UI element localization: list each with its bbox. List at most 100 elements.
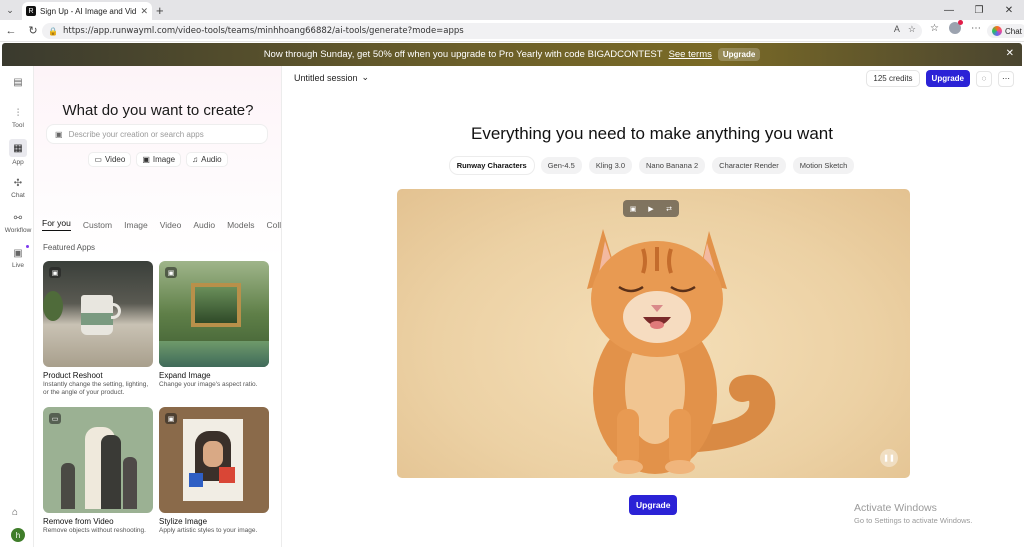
- sliders-icon: ⫶: [16, 107, 20, 119]
- model-tabs: Runway Characters Gen-4.5 Kling 3.0 Nano…: [282, 157, 1022, 174]
- home-icon[interactable]: ⌂: [12, 507, 18, 518]
- session-selector[interactable]: Untitled session ⌄: [294, 72, 369, 83]
- url-text: https://app.runwayml.com/video-tools/tea…: [62, 26, 464, 36]
- maximize-icon[interactable]: ❐: [964, 0, 994, 20]
- tab-custom[interactable]: Custom: [83, 220, 112, 230]
- tab-audio[interactable]: Audio: [193, 220, 215, 230]
- tab-models[interactable]: Models: [227, 220, 254, 230]
- tab-kling-3-0[interactable]: Kling 3.0: [588, 157, 633, 174]
- chat-label: Chat: [1005, 26, 1022, 36]
- chip-label: Video: [104, 155, 126, 164]
- rail-item-live[interactable]: ▣ Live: [2, 245, 34, 269]
- see-terms-link[interactable]: See terms: [669, 49, 712, 60]
- upgrade-button[interactable]: Upgrade: [925, 70, 970, 87]
- tab-image[interactable]: Image: [124, 220, 148, 230]
- layout-icon: ▤: [13, 76, 23, 88]
- chip-audio[interactable]: ♫ Audio: [186, 152, 228, 167]
- tab-gen-4-5[interactable]: Gen-4.5: [540, 157, 582, 174]
- image-badge-icon: ▣: [49, 267, 61, 278]
- copilot-chat-button[interactable]: Chat: [987, 24, 1024, 38]
- session-title: Untitled session: [294, 72, 358, 83]
- image-icon: ▣: [55, 129, 63, 139]
- read-aloud-icon[interactable]: A: [894, 24, 900, 35]
- rail-item-layout[interactable]: ▤: [2, 75, 34, 89]
- rail-label: App: [12, 159, 24, 166]
- preview-video[interactable]: ▣ ▶ ⇄ ❚❚: [397, 189, 910, 478]
- video-badge-icon: ▭: [49, 413, 61, 424]
- tab-actions-icon[interactable]: ⌄: [0, 0, 20, 20]
- live-icon: ▣: [13, 247, 23, 259]
- browser-tab[interactable]: R Sign Up - AI Image and Video Gen ✕: [22, 2, 152, 20]
- app-card-expand-image[interactable]: ▣ Expand Image Change your image's aspec…: [159, 261, 269, 389]
- close-tab-icon[interactable]: ✕: [140, 6, 148, 17]
- favorites-icon[interactable]: ☆: [930, 23, 939, 34]
- image-badge-icon: ▣: [165, 267, 177, 278]
- image-badge-icon: ▣: [165, 413, 177, 424]
- app-search-input[interactable]: ▣ Describe your creation or search apps: [46, 124, 268, 144]
- search-placeholder: Describe your creation or search apps: [68, 129, 204, 139]
- chevron-down-icon: ⌄: [361, 72, 370, 82]
- chip-image[interactable]: ▣ Image: [136, 152, 182, 167]
- close-banner-icon[interactable]: ✕: [1006, 48, 1014, 59]
- app-card-remove-from-video[interactable]: ▭ Remove from Video Remove objects witho…: [43, 407, 153, 535]
- card-description: Apply artistic styles to your image.: [159, 527, 258, 534]
- promo-upgrade-button[interactable]: Upgrade: [717, 48, 761, 61]
- upgrade-cta-button[interactable]: Upgrade: [629, 495, 678, 515]
- runway-favicon-icon: R: [26, 6, 36, 16]
- card-title: Product Reshoot: [43, 371, 103, 380]
- rail-label: Workflow: [4, 227, 32, 234]
- tab-runway-characters[interactable]: Runway Characters: [449, 157, 534, 174]
- promo-banner: Now through Sunday, get 50% off when you…: [2, 43, 1022, 66]
- tab-character-render[interactable]: Character Render: [712, 157, 786, 174]
- translate-icon[interactable]: ⇄: [661, 202, 677, 215]
- app-card-product-reshoot[interactable]: ▣ Product Reshoot Instantly change the s…: [43, 261, 153, 398]
- rail-item-workflow[interactable]: ⚯ Workflow: [2, 211, 34, 235]
- rail-item-app[interactable]: ▦ App: [2, 139, 34, 166]
- rail-item-tool[interactable]: ⫶ Tool: [2, 106, 34, 130]
- back-icon[interactable]: ←: [0, 25, 22, 37]
- card-title: Stylize Image: [159, 517, 208, 526]
- new-indicator-dot: [26, 245, 29, 248]
- tab-nano-banana-2[interactable]: Nano Banana 2: [639, 157, 706, 174]
- grid-icon: ▦: [9, 139, 27, 157]
- card-description: Remove objects without reshooting.: [43, 527, 146, 534]
- hero-headline: Everything you need to make anything you…: [471, 124, 833, 143]
- tab-for-you[interactable]: For you: [42, 218, 71, 231]
- tab-collections[interactable]: Collecti: [267, 220, 282, 230]
- card-title: Expand Image: [159, 371, 211, 380]
- chip-label: Audio: [201, 155, 222, 164]
- media-chips: ▭ Video ▣ Image ♫ Audio: [34, 152, 281, 167]
- category-tabs: For you Custom Image Video Audio Models …: [42, 218, 282, 231]
- minimize-icon[interactable]: —: [934, 0, 964, 20]
- app-body: ▤ ⫶ Tool ▦ App ✣ Chat ⚯ Workflow ▣ Live …: [2, 66, 1022, 547]
- chip-video[interactable]: ▭ Video: [88, 152, 132, 167]
- panel-title: What do you want to create?: [62, 102, 254, 119]
- more-menu-icon[interactable]: ⋯: [971, 23, 981, 34]
- video-icon: ▭: [94, 155, 102, 164]
- rail-item-chat[interactable]: ✣ Chat: [2, 176, 34, 200]
- new-tab-icon[interactable]: +: [156, 3, 164, 18]
- favorite-star-icon[interactable]: ☆: [908, 24, 916, 35]
- tab-video[interactable]: Video: [160, 220, 182, 230]
- card-image: ▣: [159, 407, 269, 513]
- credits-badge[interactable]: 125 credits: [866, 70, 920, 87]
- feedback-icon[interactable]: ◌: [976, 70, 992, 87]
- app-card-stylize-image[interactable]: ▣ Stylize Image Apply artistic styles to…: [159, 407, 269, 535]
- tab-motion-sketch[interactable]: Motion Sketch: [792, 157, 855, 174]
- video-frame-icon[interactable]: ▶: [643, 202, 659, 215]
- close-window-icon[interactable]: ✕: [994, 0, 1024, 20]
- browser-tabbar: ⌄ R Sign Up - AI Image and Video Gen ✕ +…: [0, 0, 1024, 20]
- address-bar-row: ← ↻ 🔒 https://app.runwayml.com/video-too…: [0, 20, 1024, 42]
- card-description: Change your image's aspect ratio.: [159, 381, 258, 388]
- nav-rail: ▤ ⫶ Tool ▦ App ✣ Chat ⚯ Workflow ▣ Live …: [2, 66, 34, 547]
- more-options-icon[interactable]: ⋯: [998, 70, 1014, 87]
- video-toolbar: ▣ ▶ ⇄: [623, 200, 679, 217]
- profile-icon[interactable]: [948, 20, 963, 34]
- pause-icon[interactable]: ❚❚: [880, 449, 898, 467]
- user-avatar[interactable]: h: [11, 528, 25, 542]
- card-image: ▭: [43, 407, 153, 513]
- picture-in-picture-icon[interactable]: ▣: [625, 202, 641, 215]
- url-field[interactable]: 🔒 https://app.runwayml.com/video-tools/t…: [42, 23, 922, 39]
- sparkle-icon: ✣: [13, 177, 23, 189]
- reload-icon[interactable]: ↻: [22, 24, 44, 37]
